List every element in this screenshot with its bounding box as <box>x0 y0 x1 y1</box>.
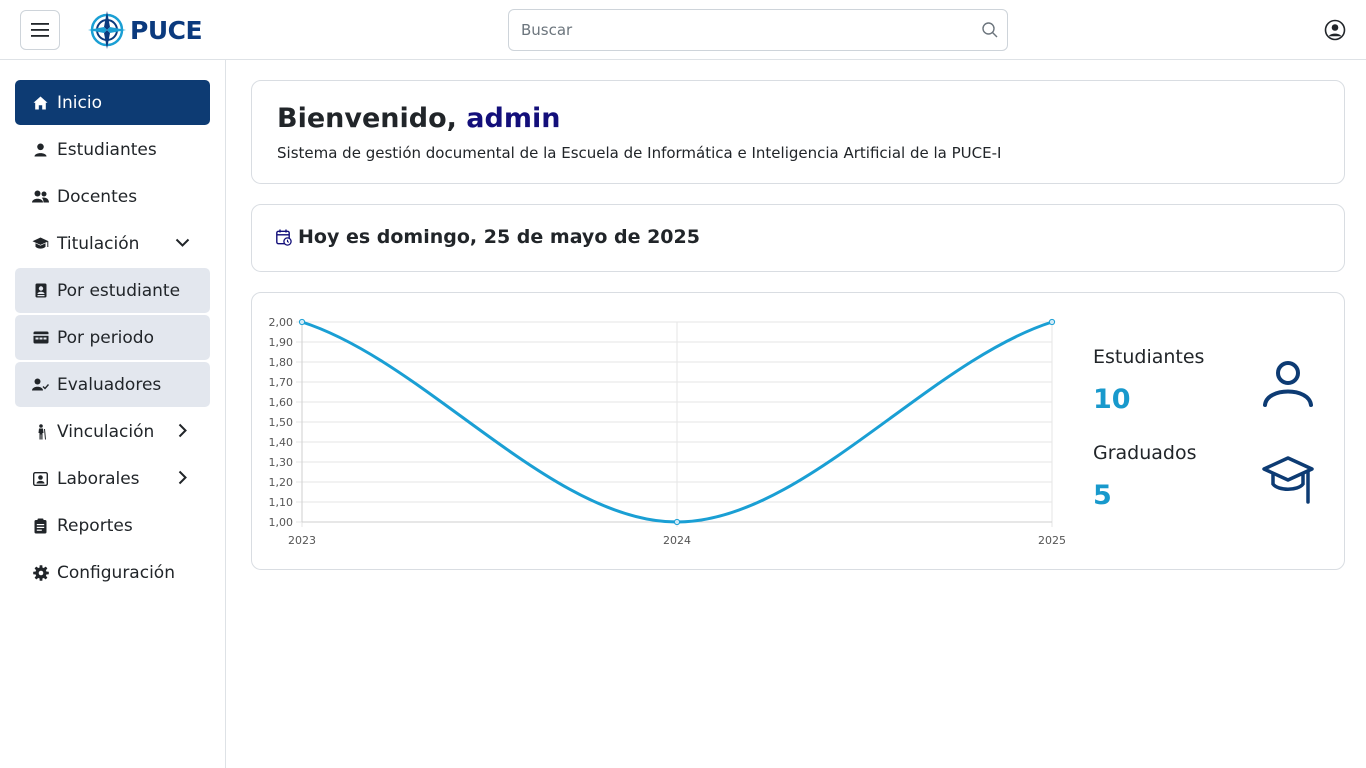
date-card: Hoy es domingo, 25 de mayo de 2025 <box>251 204 1345 272</box>
top-bar: PUCE <box>0 0 1366 60</box>
sidebar-item-label: Reportes <box>57 515 133 536</box>
sidebar-item-por-periodo[interactable]: Por periodo <box>15 315 210 360</box>
y-tick-label: 1,40 <box>269 436 294 449</box>
search-box[interactable] <box>508 9 1008 51</box>
y-tick-label: 1,50 <box>269 416 294 429</box>
y-tick-label: 1,00 <box>269 516 294 529</box>
data-point <box>298 318 306 326</box>
id-badge-icon <box>32 471 49 486</box>
search-icon[interactable] <box>981 21 999 39</box>
menu-toggle-button[interactable] <box>20 10 60 50</box>
stats-chart-card: 2,00 1,90 1,80 1,70 1,60 1,50 1,40 1,30 1,20 1,10… <box>251 292 1345 570</box>
sidebar-item-estudiantes[interactable]: Estudiantes <box>15 127 210 172</box>
chevron-down-icon <box>175 238 190 247</box>
home-icon <box>32 96 49 110</box>
greeting-text: Bienvenido, <box>277 103 457 134</box>
sidebar-item-label: Docentes <box>57 186 138 207</box>
sidebar-item-label: Titulación <box>57 233 140 254</box>
welcome-card: Bienvenido, admin Sistema de gestión doc… <box>251 80 1345 184</box>
graduates-stat-label: Graduados <box>1093 442 1197 464</box>
clipboard-icon <box>32 518 49 534</box>
y-tick-label: 1,90 <box>269 336 294 349</box>
sidebar: Inicio Estudiantes Docentes Titulación P… <box>0 60 226 768</box>
y-tick-label: 1,70 <box>269 376 294 389</box>
sidebar-item-por-estudiante[interactable]: Por estudiante <box>15 268 210 313</box>
sidebar-item-label: Inicio <box>57 92 102 113</box>
students-stat-value: 10 <box>1093 384 1131 415</box>
welcome-heading: Bienvenido, admin <box>277 103 560 134</box>
compass-logo-icon <box>88 11 126 49</box>
search-input[interactable] <box>509 10 969 50</box>
person-icon <box>32 143 49 157</box>
x-tick-label: 2024 <box>663 534 691 547</box>
y-tick-label: 1,20 <box>269 476 294 489</box>
sidebar-item-reportes[interactable]: Reportes <box>15 503 210 548</box>
sidebar-item-titulacion[interactable]: Titulación <box>15 221 210 266</box>
sidebar-item-label: Por periodo <box>57 327 154 348</box>
data-point <box>1048 318 1056 326</box>
graduation-cap-stat-icon <box>1262 456 1314 504</box>
y-tick-label: 2,00 <box>269 316 294 329</box>
x-tick-label: 2023 <box>288 534 316 547</box>
sidebar-item-label: Laborales <box>57 468 140 489</box>
sidebar-item-label: Configuración <box>57 562 175 583</box>
student-file-icon <box>32 283 49 298</box>
sidebar-item-label: Evaluadores <box>57 374 162 395</box>
welcome-subtitle: Sistema de gestión documental de la Escu… <box>277 144 1002 162</box>
data-point <box>673 518 681 526</box>
y-tick-label: 1,30 <box>269 456 294 469</box>
sidebar-item-evaluadores[interactable]: Evaluadores <box>15 362 210 407</box>
walking-person-icon <box>32 423 49 440</box>
sidebar-item-label: Vinculación <box>57 421 155 442</box>
y-tick-label: 1,80 <box>269 356 294 369</box>
logo-text: PUCE <box>130 15 203 45</box>
sidebar-item-label: Por estudiante <box>57 280 181 301</box>
sidebar-item-inicio[interactable]: Inicio <box>15 80 210 125</box>
y-tick-label: 1,10 <box>269 496 294 509</box>
hamburger-icon <box>31 23 49 37</box>
sidebar-item-docentes[interactable]: Docentes <box>15 174 210 219</box>
user-account-icon[interactable] <box>1324 19 1346 41</box>
calendar-card-icon <box>32 331 49 344</box>
y-tick-label: 1,60 <box>269 396 294 409</box>
sidebar-item-configuracion[interactable]: Configuración <box>15 550 210 595</box>
person-check-icon <box>32 378 49 391</box>
students-stat-label: Estudiantes <box>1093 346 1205 368</box>
calendar-clock-icon <box>276 229 292 246</box>
people-icon <box>32 190 49 203</box>
date-text: Hoy es domingo, 25 de mayo de 2025 <box>298 226 700 248</box>
sidebar-item-laborales[interactable]: Laborales <box>15 456 210 501</box>
x-tick-label: 2025 <box>1038 534 1066 547</box>
student-person-icon <box>1263 361 1313 407</box>
username-text: admin <box>466 103 561 134</box>
graduation-cap-icon <box>32 237 49 250</box>
sidebar-item-vinculacion[interactable]: Vinculación <box>15 409 210 454</box>
chevron-right-icon <box>178 470 187 485</box>
gear-icon <box>32 564 49 581</box>
puce-logo[interactable]: PUCE <box>86 8 203 52</box>
date-banner: Hoy es domingo, 25 de mayo de 2025 <box>276 226 700 248</box>
sidebar-item-label: Estudiantes <box>57 139 157 160</box>
chevron-right-icon <box>178 423 187 438</box>
graduates-stat-value: 5 <box>1093 480 1112 511</box>
line-chart: 2,00 1,90 1,80 1,70 1,60 1,50 1,40 1,30 1,20 1,10… <box>269 316 1067 547</box>
